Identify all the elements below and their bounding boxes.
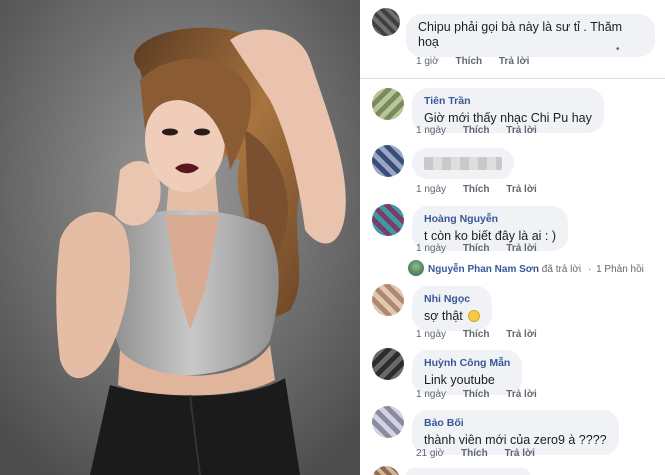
like-link[interactable]: Thích [463, 184, 490, 195]
comment-bubble-partial [406, 468, 530, 475]
reply-link[interactable]: Trả lời [504, 448, 534, 459]
comment-text: Chipu phải gọi bà này là sư tỉ . Thăm [418, 20, 623, 34]
reply-link[interactable]: Trả lời [506, 184, 536, 195]
comment-actions: 1 ngày Thích Trả lời [416, 243, 551, 254]
comment-time[interactable]: 1 ngày [416, 329, 446, 340]
post-photo[interactable] [0, 0, 360, 475]
woman-portrait-image [0, 0, 360, 475]
like-link[interactable]: Thích [463, 243, 490, 254]
comment-bubble-blurred [412, 148, 514, 179]
commenter-name[interactable]: Tiên Trần [424, 94, 592, 109]
comment-text: Giờ mới thấy nhạc Chi Pu hay [424, 111, 592, 125]
like-link[interactable]: Thích [463, 329, 490, 340]
comment-time[interactable]: 1 ngày [416, 389, 446, 400]
comment-actions: 1 ngày Thích Trả lời [416, 184, 551, 195]
reply-count[interactable]: 1 Phản hồi [596, 264, 644, 275]
blurred-name [424, 157, 502, 171]
replier-name[interactable]: Nguyễn Phan Nam Sơn [428, 264, 539, 275]
reply-arrow-icon: · [587, 264, 592, 275]
comment-text-value: sợ thật [424, 309, 463, 323]
comment-time[interactable]: 1 giờ [416, 56, 439, 67]
comment-time[interactable]: 21 giờ [416, 448, 444, 459]
comment-text: Link youtube [424, 373, 495, 387]
replied-text: đã trả lời [541, 264, 582, 275]
reply-link[interactable]: Trả lời [506, 243, 536, 254]
like-link[interactable]: Thích [461, 448, 488, 459]
comment-time[interactable]: 1 ngày [416, 125, 446, 136]
commenter-name[interactable]: Hoàng Nguyễn [424, 212, 556, 227]
avatar[interactable] [372, 88, 404, 120]
comment-time[interactable]: 1 ngày [416, 243, 446, 254]
commenter-name[interactable]: Bảo Bối [424, 416, 607, 431]
avatar[interactable] [372, 348, 404, 380]
avatar[interactable] [372, 466, 400, 475]
replier-avatar [408, 260, 424, 276]
comment-actions: 21 giờ Thích Trả lời [416, 448, 549, 459]
avatar[interactable] [372, 145, 404, 177]
like-link[interactable]: Thích [463, 389, 490, 400]
avatar[interactable] [372, 284, 404, 316]
reply-link[interactable]: Trả lời [499, 56, 529, 67]
comment-text: t còn ko biết đây là ai : ) [424, 229, 557, 243]
comment-actions: 1 ngày Thích Trả lời [416, 389, 551, 400]
comment-actions: 1 ngày Thích Trả lời [416, 125, 551, 136]
like-link[interactable]: Thích [455, 56, 482, 67]
commenter-name[interactable]: Nhi Ngọc [424, 292, 480, 307]
comment-text: thành viên mới của zero9 à ???? [424, 433, 607, 447]
reply-link[interactable]: Trả lời [506, 389, 536, 400]
avatar[interactable] [372, 406, 404, 438]
comment-actions: 1 ngày Thích Trả lời [416, 329, 551, 340]
slightly-smiling-emoji-icon [468, 310, 481, 322]
comment-text-continued: hoạ [418, 35, 439, 49]
comment-text: sợ thật [424, 309, 481, 324]
comments-panel: Chipu phải gọi bà này là sư tỉ . Thăm ho… [360, 0, 665, 475]
avatar[interactable] [372, 204, 404, 236]
avatar[interactable] [372, 8, 400, 36]
divider [360, 78, 665, 79]
ellipsis-icon[interactable]: • [616, 44, 620, 55]
comment-time[interactable]: 1 ngày [416, 184, 446, 195]
comment-bubble: Nhi Ngọc sợ thật [412, 286, 493, 331]
commenter-name[interactable]: Huỳnh Công Mẫn [424, 356, 510, 371]
reply-summary[interactable]: Nguyễn Phan Nam Sơn đã trả lời · 1 Phản … [408, 260, 644, 276]
reply-link[interactable]: Trả lời [506, 329, 536, 340]
reply-link[interactable]: Trả lời [506, 125, 536, 136]
like-link[interactable]: Thích [463, 125, 490, 136]
comment-actions: 1 giờ Thích Trả lời [416, 56, 543, 67]
